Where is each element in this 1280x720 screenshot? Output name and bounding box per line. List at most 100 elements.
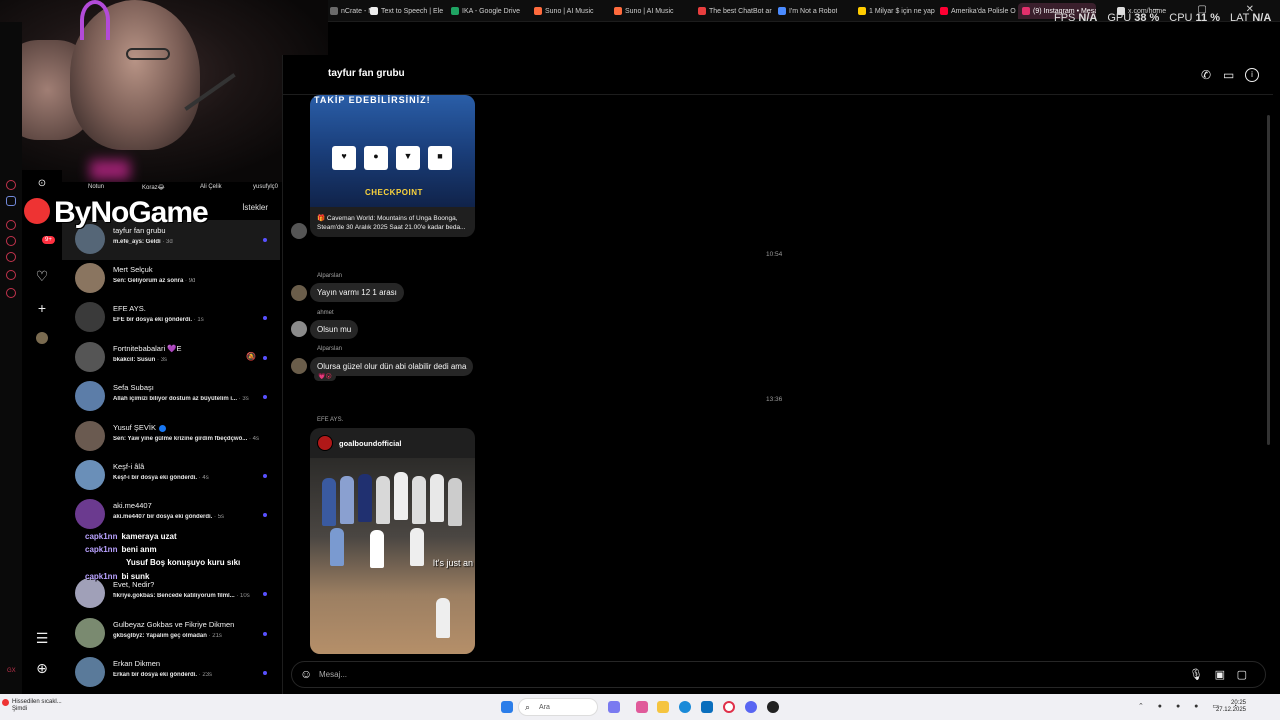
taskbar-clock[interactable]: 20:25 27.12.2025: [1216, 700, 1246, 714]
sender-avatar[interactable]: [291, 358, 307, 374]
browser-tab[interactable]: Amerika'da Polisle O: [940, 3, 1016, 19]
overlay-chat-message: Yusuf Boş konuşuyo kuru sıkı: [126, 558, 241, 567]
unread-dot: [263, 474, 267, 478]
image-icon[interactable]: ▣: [1215, 668, 1225, 681]
reel-author-avatar[interactable]: [317, 435, 333, 451]
sidebar-ext-icon[interactable]: [6, 270, 16, 280]
opera-icon[interactable]: [723, 701, 735, 713]
sidebar-ext-icon[interactable]: [6, 180, 16, 190]
sidebar-ext-icon[interactable]: [6, 288, 16, 298]
message-input[interactable]: Mesaj...: [319, 670, 347, 679]
instagram-home-icon[interactable]: ⊙: [34, 178, 50, 189]
story-name[interactable]: Koraz😂: [142, 184, 165, 191]
conversation-item[interactable]: Fortnitebabalari 💜E bkakcil: Susun · 3s 🔕: [62, 338, 280, 378]
shared-post-card[interactable]: TAKİP EDEBİLİRSİNİZ! ♥ ● ▼ ■ CHECKPOINT …: [310, 95, 475, 237]
sidebar-ext-icon[interactable]: [6, 252, 16, 262]
sender-avatar[interactable]: [291, 223, 307, 239]
unread-dot: [263, 316, 267, 320]
overlay-chat-user: capk1nn: [85, 545, 118, 554]
timestamp-divider: 13:36: [766, 396, 783, 403]
preview-time: · 9d: [185, 278, 196, 284]
browser-tab[interactable]: I'm Not a Robot: [778, 3, 837, 19]
video-call-icon[interactable]: ▭: [1223, 68, 1237, 82]
conversation-item[interactable]: Keşf-i âlâ Keşf-i bir dosya eki gönderdi.…: [62, 456, 280, 496]
conversation-item[interactable]: aki.me4407 aki.me4407 bir dosya eki gönde…: [62, 495, 280, 535]
message-composer[interactable]: ☺ Mesaj... 🎙 ▣ ▢: [291, 661, 1266, 688]
sticker-icon[interactable]: ▢: [1237, 668, 1247, 681]
shared-reel-card[interactable]: goalboundofficial It's just an: [310, 428, 475, 654]
edge-icon[interactable]: [679, 701, 691, 713]
browser-tab[interactable]: The best ChatBot ar: [698, 3, 772, 19]
conversation-name: Keşf-i âlâ: [113, 462, 144, 471]
message-bubble[interactable]: Olsun mu: [310, 320, 359, 339]
player-figure: [412, 476, 426, 524]
chat-scrollbar[interactable]: [1267, 115, 1270, 445]
share-icon: ▼: [396, 146, 420, 170]
shared-post-caption: 🎁 Caveman World: Mountains of Unga Boong…: [317, 215, 466, 231]
conversation-name: Yusuf ŞEVİK: [113, 423, 166, 432]
browser-tab[interactable]: Suno | AI Music: [614, 3, 674, 19]
preview-text: Erkan bir dosya eki gönderdi.: [113, 672, 198, 678]
clock-date: 27.12.2025: [1215, 707, 1246, 713]
profile-avatar[interactable]: [36, 332, 48, 344]
chat-title[interactable]: tayfur fan grubu: [328, 68, 405, 79]
like-icon: ♥: [332, 146, 356, 170]
requests-link[interactable]: İstekler: [242, 203, 268, 212]
conversation-item[interactable]: Sefa Subaşı Allah içimizi biliyor dostum …: [62, 377, 280, 417]
taskbar-app-icon[interactable]: [608, 701, 620, 713]
taskbar-app-icon[interactable]: [767, 701, 779, 713]
shared-post-buttons: ♥ ● ▼ ■: [332, 146, 452, 170]
info-icon[interactable]: i: [1245, 68, 1259, 82]
unread-dot: [263, 395, 267, 399]
store-icon[interactable]: [701, 701, 713, 713]
browser-tab[interactable]: Suno | AI Music: [534, 3, 594, 19]
conversation-item[interactable]: Gulbeyaz Gokbas ve Fikriye Dikmen gkbsglb…: [62, 614, 280, 654]
message-sender: Alparslan: [317, 273, 343, 279]
conversation-preview: Sen: Yaw yine gülme krizine girdim fbeçd…: [113, 436, 259, 442]
browser-tab[interactable]: IKA - Google Drive: [451, 3, 520, 19]
threads-icon[interactable]: ⊕: [34, 660, 50, 677]
browser-tab[interactable]: Text to Speech | Ele: [370, 3, 443, 19]
create-icon[interactable]: +: [34, 300, 50, 316]
menu-icon[interactable]: ☰: [34, 630, 50, 647]
sidebar-ext-icon[interactable]: [6, 236, 16, 246]
conversation-item[interactable]: Yusuf ŞEVİK Sen: Yaw yine gülme krizine g…: [62, 417, 280, 457]
emoji-icon[interactable]: ☺: [300, 667, 312, 681]
windows-start-icon[interactable]: [501, 701, 513, 713]
browser-tab[interactable]: 1 Milyar $ için ne yap: [858, 3, 935, 19]
conversation-item[interactable]: Erkan Dikmen Erkan bir dosya eki gönderdi…: [62, 653, 280, 693]
conversation-item[interactable]: Mert Selçuk Sen: Geliyorum az sonra · 9d: [62, 259, 280, 299]
story-name[interactable]: yusufylç0: [253, 184, 278, 190]
weather-widget[interactable]: Hissedilen sıcakl... Şimdi: [12, 699, 62, 713]
sidebar-ext-icon[interactable]: [6, 220, 16, 230]
chat-header: tayfur fan grubu ✆ ▭ i: [283, 55, 1273, 95]
message-bubble[interactable]: Yayın varmı 12 1 arası: [310, 283, 404, 302]
heart-icon[interactable]: ♡: [34, 268, 50, 285]
unread-dot: [263, 632, 267, 636]
message-sender: ahmet: [317, 310, 334, 316]
conversation-preview: Erkan bir dosya eki gönderdi. · 23s: [113, 672, 212, 678]
discord-taskbar-icon[interactable]: [745, 701, 757, 713]
clock-time: 20:25: [1230, 700, 1246, 706]
browser-tab[interactable]: nCrate - M: [330, 3, 374, 19]
discord-icon[interactable]: [6, 196, 16, 206]
microphone-icon[interactable]: 🎙: [1189, 668, 1203, 681]
story-name[interactable]: Ali Çelik: [200, 184, 222, 190]
sender-avatar[interactable]: [291, 285, 307, 301]
message-reaction[interactable]: 💗😮: [314, 372, 336, 381]
phone-icon[interactable]: ✆: [1201, 68, 1215, 82]
reel-author[interactable]: goalboundofficial: [339, 439, 402, 448]
conversation-name: Sefa Subaşı: [113, 383, 154, 392]
conversation-item[interactable]: EFE AYS. EFE bir dosya eki gönderdi. · 1s: [62, 298, 280, 338]
conversation-name: Mert Selçuk: [113, 265, 153, 274]
overlay-chat-message: kameraya uzat: [121, 532, 177, 541]
file-explorer-icon[interactable]: [657, 701, 669, 713]
taskbar-app-icon[interactable]: [636, 701, 648, 713]
sidebar-gx-icon[interactable]: GX: [7, 668, 16, 674]
sender-avatar[interactable]: [291, 321, 307, 337]
overlay-chat-user: capk1nn: [85, 532, 118, 541]
taskbar-search[interactable]: ⌕ Ara: [518, 698, 598, 716]
story-name[interactable]: Notun: [88, 184, 104, 190]
conversation-name: Erkan Dikmen: [113, 659, 160, 668]
conversation-avatar: [75, 263, 105, 293]
